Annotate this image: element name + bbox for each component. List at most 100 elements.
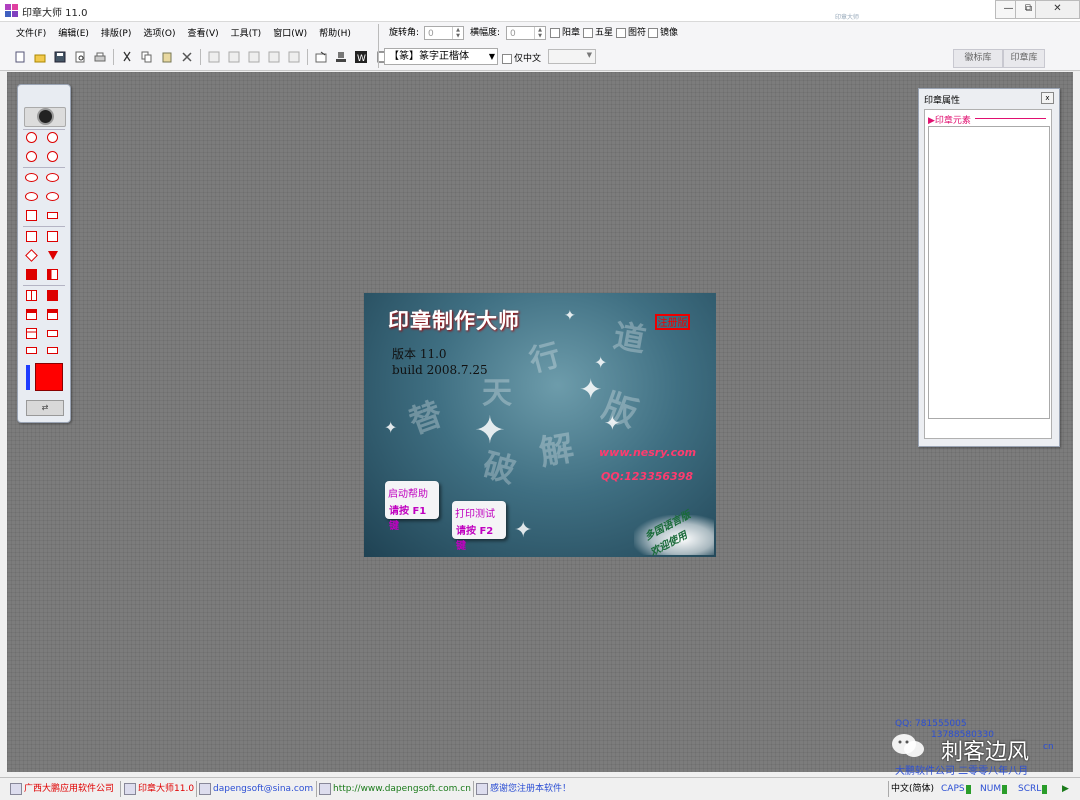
- contact-qq: QQ: 781555005: [895, 719, 967, 729]
- circle-double-stamp-icon[interactable]: [46, 150, 59, 163]
- fill-color-swatch[interactable]: [35, 363, 63, 391]
- skew-value: 0: [510, 29, 516, 39]
- menu-file[interactable]: 文件(F): [10, 25, 52, 43]
- header-cell-stamp-icon[interactable]: [25, 308, 38, 321]
- cut-icon[interactable]: [119, 49, 135, 65]
- print-icon[interactable]: [92, 49, 108, 65]
- checkbox-box[interactable]: [648, 28, 658, 38]
- copy-icon[interactable]: [139, 49, 155, 65]
- watermark-account-name: 刺客边风: [941, 740, 1030, 765]
- oval-double-stamp-icon[interactable]: [46, 190, 59, 203]
- delete-icon[interactable]: [179, 49, 195, 65]
- checkbox-five-star[interactable]: 五星: [583, 27, 613, 39]
- font-select[interactable]: 【篆】篆字正楷体 ▼: [384, 48, 498, 65]
- align-top-icon[interactable]: [266, 49, 282, 65]
- wide-bar-stamp-icon[interactable]: [25, 344, 38, 357]
- checkbox-positive-stamp[interactable]: 阳章: [550, 27, 580, 39]
- print-test-badge[interactable]: 打印测试 请按 F2 键: [452, 501, 506, 552]
- oval-text-stamp-icon[interactable]: [25, 190, 38, 203]
- splash-build: build 2008.7.25: [392, 363, 488, 377]
- header-split-stamp-icon[interactable]: [46, 308, 59, 321]
- save-icon[interactable]: [52, 49, 68, 65]
- menu-layout[interactable]: 排版(P): [95, 25, 137, 43]
- line-color-swatch[interactable]: [26, 365, 30, 390]
- section-divider: [975, 118, 1046, 119]
- two-column-bold-stamp-icon[interactable]: [46, 289, 59, 302]
- menu-tools[interactable]: 工具(T): [225, 25, 268, 43]
- new-icon[interactable]: [12, 49, 28, 65]
- wide-bar-double-stamp-icon[interactable]: [46, 344, 59, 357]
- toolbar-separator: [307, 49, 308, 65]
- spinner-arrows-icon[interactable]: ▲ ▼: [452, 27, 463, 39]
- status-ime: 中文(简体): [891, 784, 935, 794]
- oval-star-stamp-icon[interactable]: [46, 171, 59, 184]
- size-combo[interactable]: ▼: [548, 49, 596, 64]
- chevron-down-icon[interactable]: ▼: [489, 49, 495, 65]
- tab-logo-library[interactable]: 徽标库: [953, 49, 1003, 68]
- rotation-spinner[interactable]: 0 ▲ ▼: [424, 26, 464, 40]
- status-bar: 广西大鹏应用软件公司 印章大师11.0 dapengsoft@sina.com …: [0, 777, 1080, 800]
- skew-spinner[interactable]: 0 ▲ ▼: [506, 26, 546, 40]
- open-icon[interactable]: [32, 49, 48, 65]
- print-preview-icon[interactable]: [72, 49, 88, 65]
- diamond-stamp-icon[interactable]: [25, 249, 38, 262]
- rotation-value: 0: [428, 29, 434, 39]
- close-button[interactable]: ✕: [1035, 0, 1080, 19]
- menu-window[interactable]: 窗口(W): [267, 25, 313, 43]
- three-row-stamp-icon[interactable]: [25, 327, 38, 340]
- square-double-stamp-icon[interactable]: [46, 230, 59, 243]
- bar-stamp-icon[interactable]: [46, 209, 59, 222]
- align-right-icon[interactable]: [246, 49, 262, 65]
- tab-stamp-library[interactable]: 印章库: [1003, 49, 1045, 68]
- circle-stamp-icon[interactable]: [46, 131, 59, 144]
- paste-icon[interactable]: [159, 49, 175, 65]
- convert-icon[interactable]: ⇄: [26, 400, 64, 416]
- checkbox-box[interactable]: [616, 28, 626, 38]
- stamp-icon[interactable]: [333, 49, 349, 65]
- menu-options[interactable]: 选项(O): [137, 25, 181, 43]
- help-badge[interactable]: 启动帮助 请按 F1 键: [385, 481, 439, 532]
- chevron-down-icon[interactable]: ▼: [587, 51, 592, 59]
- status-email-link[interactable]: dapengsoft@sina.com: [199, 781, 313, 797]
- skew-label: 横幅度:: [470, 28, 501, 38]
- oval-stamp-icon[interactable]: [25, 171, 38, 184]
- split-cell-stamp-icon[interactable]: [46, 268, 59, 281]
- align-left-icon[interactable]: [206, 49, 222, 65]
- toolbar-divider: [378, 24, 379, 68]
- spinner-arrows-icon[interactable]: ▲ ▼: [534, 27, 545, 39]
- menu-help[interactable]: 帮助(H): [313, 25, 357, 43]
- two-column-stamp-icon[interactable]: [25, 289, 38, 302]
- play-arrow-icon[interactable]: ▶: [1062, 781, 1069, 797]
- checkbox-mirror[interactable]: 镜像: [648, 27, 678, 39]
- splash-screen[interactable]: 行 道 天 替 破 解 版 ✦ ✦ ✦ ✦ ✦ ✦ ✦ 印章制作大师 注册版 版…: [364, 293, 716, 557]
- circle-text-stamp-icon[interactable]: [25, 150, 38, 163]
- menu-edit[interactable]: 编辑(E): [52, 25, 95, 43]
- align-bottom-icon[interactable]: [286, 49, 302, 65]
- circle-star-stamp-icon[interactable]: [25, 131, 38, 144]
- checkbox-box[interactable]: [502, 54, 512, 64]
- font-select-value: 【篆】篆字正楷体: [389, 51, 469, 62]
- four-cell-stamp-icon[interactable]: [25, 268, 38, 281]
- checkbox-box[interactable]: [583, 28, 593, 38]
- close-icon[interactable]: x: [1041, 92, 1054, 104]
- triangle-stamp-icon[interactable]: [46, 249, 59, 262]
- window-title: 印章大师 11.0: [22, 8, 88, 19]
- status-website-link[interactable]: http://www.dapengsoft.com.cn: [319, 781, 471, 797]
- status-thanks: 感谢您注册本软件！: [476, 781, 571, 797]
- palette-separator: [23, 167, 65, 168]
- svg-text:W: W: [357, 54, 366, 63]
- align-center-icon[interactable]: [226, 49, 242, 65]
- eye-icon[interactable]: [24, 107, 66, 127]
- stamp-elements-list[interactable]: [928, 126, 1050, 419]
- language-note: 多国语言版 欢迎使用: [634, 510, 714, 557]
- menu-view[interactable]: 查看(V): [181, 25, 224, 43]
- checkbox-chinese-only[interactable]: 仅中文: [502, 53, 541, 65]
- word-icon[interactable]: W: [353, 49, 369, 65]
- grid-stamp-icon[interactable]: [25, 209, 38, 222]
- square-stamp-icon[interactable]: [25, 230, 38, 243]
- export-icon[interactable]: [313, 49, 329, 65]
- toolbar-separator: [113, 49, 114, 65]
- banner-stamp-icon[interactable]: [46, 327, 59, 340]
- checkbox-symbol[interactable]: 图符: [616, 27, 646, 39]
- checkbox-box[interactable]: [550, 28, 560, 38]
